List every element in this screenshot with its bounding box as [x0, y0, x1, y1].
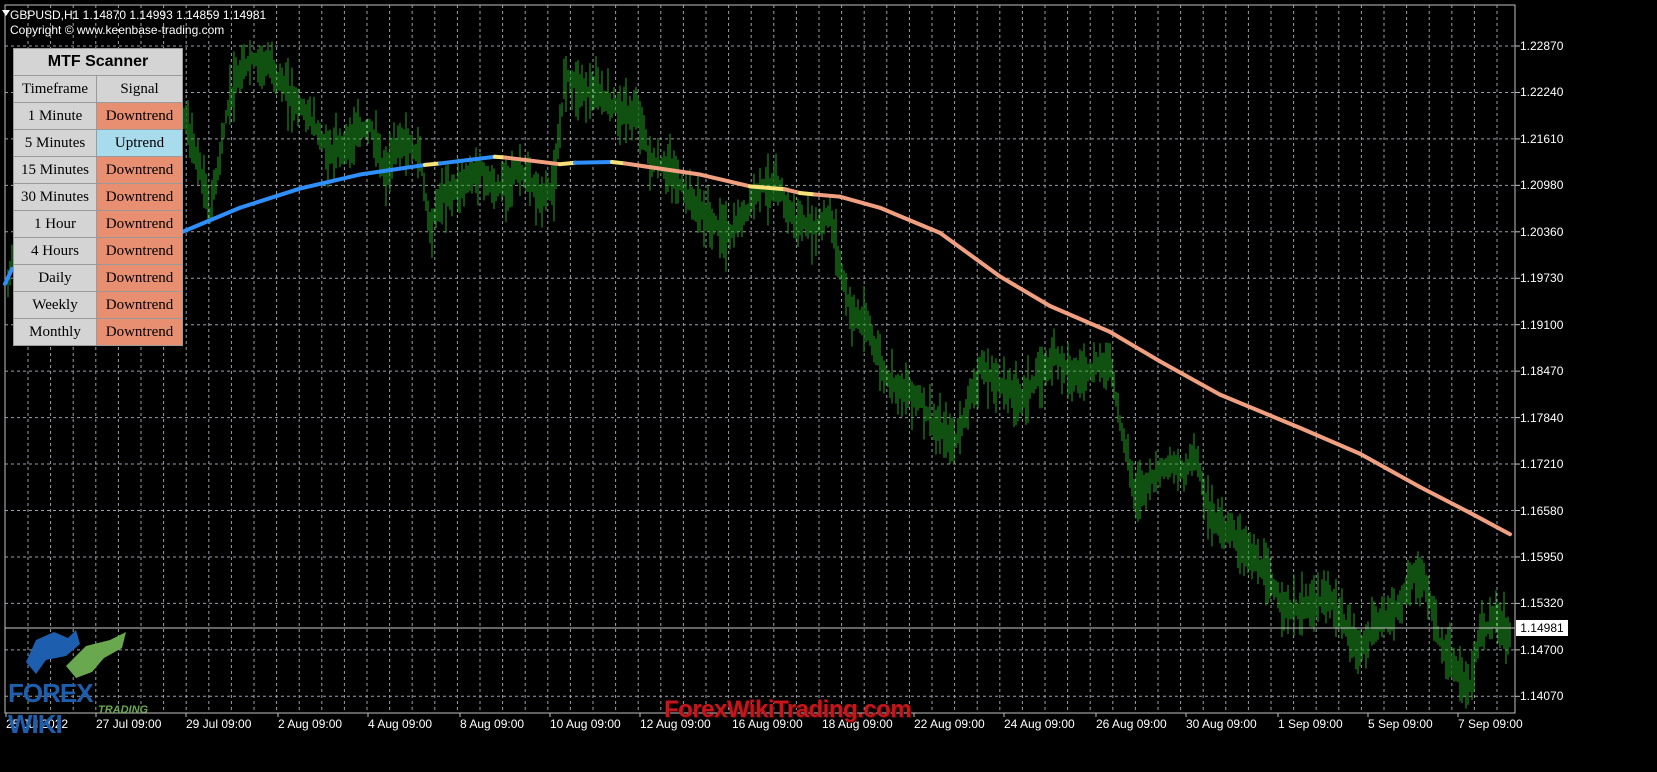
mtf-row: 15 Minutes Downtrend — [14, 157, 182, 184]
time-tick-label: 7 Sep 09:00 — [1458, 717, 1523, 731]
price-tick-label: 1.15320 — [1520, 596, 1564, 611]
price-tick-label: 1.17210 — [1520, 457, 1564, 472]
price-tick-label: 1.15950 — [1520, 549, 1564, 564]
mtf-signal-cell: Downtrend — [97, 211, 182, 237]
price-tick-label: 1.14070 — [1520, 689, 1564, 704]
mtf-row: 1 Hour Downtrend — [14, 211, 182, 238]
ma-segment — [558, 160, 577, 167]
ma-segment — [1158, 359, 1222, 397]
ma-segment — [298, 172, 362, 191]
price-tick-label: 1.19100 — [1520, 317, 1564, 332]
time-tick-label: 5 Sep 09:00 — [1368, 717, 1433, 731]
price-tick-label: 1.14700 — [1520, 642, 1564, 657]
time-tick-label: 1 Sep 09:00 — [1278, 717, 1343, 731]
time-tick-label: 22 Aug 09:00 — [914, 717, 985, 731]
watermark-text: ForexWikiTrading.com — [664, 696, 912, 723]
price-tick-label: 1.18470 — [1520, 364, 1564, 379]
mtf-signal-cell: Downtrend — [97, 157, 182, 183]
mtf-row: Monthly Downtrend — [14, 319, 182, 345]
chart-menu-caret-icon[interactable] — [2, 10, 10, 16]
price-chart[interactable] — [0, 0, 1657, 772]
mtf-row: 5 Minutes Uptrend — [14, 130, 182, 157]
ma-segment — [998, 274, 1052, 308]
mtf-timeframe-cell: 15 Minutes — [14, 157, 97, 183]
time-tick-label: 2 Aug 09:00 — [278, 717, 343, 731]
ma-segment — [1358, 451, 1422, 489]
mtf-row: Weekly Downtrend — [14, 292, 182, 319]
mtf-row: Daily Downtrend — [14, 265, 182, 292]
current-price-label: 1.14981 — [1516, 620, 1568, 636]
ma-segment — [838, 194, 882, 210]
mtf-signal-cell: Uptrend — [97, 130, 182, 156]
mtf-signal-cell: Downtrend — [97, 103, 182, 129]
mtf-timeframe-cell: 1 Hour — [14, 211, 97, 237]
mtf-timeframe-cell: Monthly — [14, 319, 97, 345]
time-tick-label: 4 Aug 09:00 — [368, 717, 433, 731]
mtf-timeframe-cell: 1 Minute — [14, 103, 97, 129]
ma-segment — [798, 190, 817, 197]
price-tick-label: 1.20360 — [1520, 224, 1564, 239]
ma-segment — [503, 155, 562, 167]
mtf-scanner-title: MTF Scanner — [14, 49, 182, 76]
symbol-ohlc-line: GBPUSD,H1 1.14870 1.14993 1.14859 1.1498… — [10, 8, 267, 22]
mtf-row: 30 Minutes Downtrend — [14, 184, 182, 211]
time-tick-label: 26 Aug 09:00 — [1096, 717, 1167, 731]
time-tick-label: 8 Aug 09:00 — [460, 717, 525, 731]
ma-segment — [783, 187, 802, 195]
price-tick-label: 1.21610 — [1520, 131, 1564, 146]
ma-segment — [878, 205, 942, 235]
ma-segment — [1468, 510, 1512, 537]
ma-segment — [1048, 304, 1112, 334]
mtf-row: 1 Minute Downtrend — [14, 103, 182, 130]
price-tick-label: 1.20980 — [1520, 178, 1564, 193]
forexwiki-logo: FOREX WIKI TRADING — [6, 622, 152, 739]
mtf-timeframe-cell: Weekly — [14, 292, 97, 318]
col-header-signal: Signal — [97, 76, 182, 102]
logo-subtext: TRADING — [98, 704, 149, 716]
mtf-scanner-panel: MTF Scanner Timeframe Signal 1 Minute Dow… — [13, 48, 183, 346]
time-tick-label: 24 Aug 09:00 — [1004, 717, 1075, 731]
price-tick-label: 1.22870 — [1520, 39, 1564, 53]
mtf-signal-cell: Downtrend — [97, 238, 182, 264]
col-header-timeframe: Timeframe — [14, 76, 97, 102]
ma-segment — [238, 186, 302, 210]
ma-segment — [813, 192, 842, 199]
mtf-timeframe-cell: 30 Minutes — [14, 184, 97, 210]
time-tick-label: 29 Jul 09:00 — [186, 717, 252, 731]
ma-segment — [1298, 425, 1362, 456]
mtf-rows: 1 Minute Downtrend 5 Minutes Uptrend 15 Minu… — [14, 103, 182, 345]
ma-segment — [573, 159, 614, 165]
chart-window[interactable]: GBPUSD,H1 1.14870 1.14993 1.14859 1.1498… — [0, 0, 1657, 772]
mtf-signal-cell: Downtrend — [97, 184, 182, 210]
mtf-signal-cell: Downtrend — [97, 319, 182, 345]
mtf-timeframe-cell: 5 Minutes — [14, 130, 97, 156]
price-tick-label: 1.16580 — [1520, 503, 1564, 518]
price-tick-label: 1.17840 — [1520, 410, 1564, 425]
mtf-timeframe-cell: Daily — [14, 265, 97, 291]
ma-segment — [438, 154, 497, 166]
mtf-row: 4 Hours Downtrend — [14, 238, 182, 265]
mtf-timeframe-cell: 4 Hours — [14, 238, 97, 264]
price-tick-label: 1.22240 — [1520, 85, 1564, 100]
ma-segment — [698, 172, 752, 189]
ma-segment — [423, 161, 442, 167]
ma-segment — [1418, 484, 1472, 515]
time-tick-label: 30 Aug 09:00 — [1186, 717, 1257, 731]
copyright-text: Copyright © www.keenbase-trading.com — [10, 23, 225, 37]
mtf-header-row: Timeframe Signal — [14, 76, 182, 103]
price-tick-label: 1.19730 — [1520, 271, 1564, 286]
time-tick-label: 10 Aug 09:00 — [550, 717, 621, 731]
ma-segment — [1218, 392, 1302, 430]
mtf-signal-cell: Downtrend — [97, 265, 182, 291]
ma-segment — [938, 230, 1002, 279]
mtf-signal-cell: Downtrend — [97, 292, 182, 318]
